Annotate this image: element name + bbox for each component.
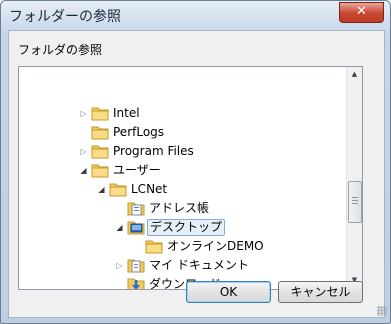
tree-item-label: PerfLogs [113,125,165,139]
folder-icon [145,238,163,254]
vertical-scrollbar[interactable]: ▲ ▼ [346,67,362,289]
expand-arrow-icon[interactable]: ▷ [115,260,124,271]
tree-item[interactable]: ▷ Intel [19,104,349,123]
tree-item-label: オンラインDEMO [167,239,264,253]
address-book-icon [127,200,145,216]
documents-folder-icon [127,257,145,273]
title-bar[interactable]: フォルダーの参照 ✕ [1,1,390,31]
cancel-button[interactable]: キャンセル [278,281,363,303]
tree-item[interactable]: アドレス帳 [19,199,349,218]
ok-button[interactable]: OK [186,281,271,303]
window-title: フォルダーの参照 [9,9,121,25]
tree-item-label: アドレス帳 [149,201,210,215]
expand-arrow-icon[interactable]: ▷ [79,108,88,119]
dialog-body: フォルダの参照 ▷ Intel PerfLogs ▷ Program Files ◢ ユーザ… [8,30,387,318]
tree-item[interactable]: ◢ デスクトップ [19,218,349,237]
tree-item[interactable]: ◢ ユーザー [19,161,349,180]
folder-icon [91,143,109,159]
tree-item-label: デスクトップ [147,219,226,236]
scroll-thumb[interactable] [348,181,362,223]
folder-icon [91,105,109,121]
tree-item-label: LCNet [131,182,168,196]
close-button[interactable]: ✕ [339,2,384,23]
tree-item[interactable]: ▷ マイ ドキュメント [19,256,349,275]
tree-item[interactable]: ◢ LCNet [19,180,349,199]
resize-grip-icon[interactable] [377,306,387,316]
folder-tree[interactable]: ▷ Intel PerfLogs ▷ Program Files ◢ ユーザー ◢ LCNet ア… [18,66,363,290]
tree-item[interactable]: PerfLogs [19,123,349,142]
tree-item-label: ユーザー [113,163,161,177]
desktop-folder-icon [127,219,145,235]
folder-icon [91,162,109,178]
tree-item-label: Intel [113,106,140,120]
tree-item[interactable]: オンラインDEMO [19,237,349,256]
folder-browse-dialog: フォルダーの参照 ✕ フォルダの参照 ▷ Intel PerfLogs ▷ Progra… [0,0,391,324]
tree-item-label: マイ ドキュメント [149,258,249,272]
collapse-arrow-icon[interactable]: ◢ [97,184,106,195]
scroll-up-icon[interactable]: ▲ [347,67,362,82]
dialog-prompt: フォルダの参照 [18,43,103,57]
tree-item[interactable]: ▷ Program Files [19,142,349,161]
collapse-arrow-icon[interactable]: ◢ [115,222,124,233]
folder-icon [109,181,127,197]
folder-icon [91,124,109,140]
download-folder-icon [127,276,145,289]
expand-arrow-icon[interactable]: ▷ [79,146,88,157]
collapse-arrow-icon[interactable]: ◢ [79,165,88,176]
tree-item-label: Program Files [113,144,194,158]
